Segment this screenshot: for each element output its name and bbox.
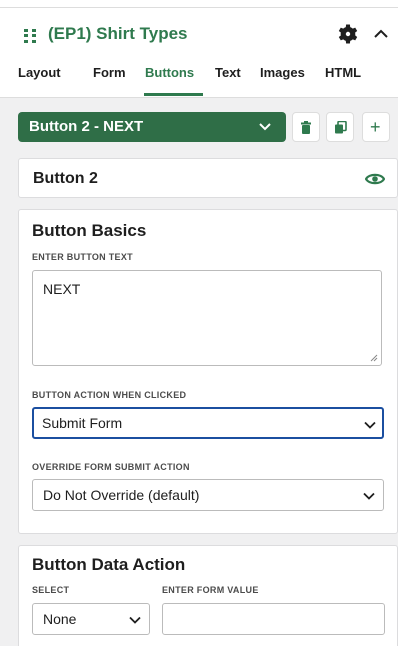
top-divider — [0, 0, 398, 8]
override-label: OVERRIDE FORM SUBMIT ACTION — [32, 462, 190, 472]
data-action-select[interactable]: None — [32, 603, 150, 635]
panel-title: (EP1) Shirt Types — [48, 24, 188, 43]
button-select-dropdown[interactable]: Button 2 - NEXT — [18, 112, 286, 142]
button-name-label: Button 2 — [33, 170, 98, 187]
override-select[interactable]: Do Not Override (default) — [32, 479, 384, 511]
tab-text[interactable]: Text — [215, 65, 241, 80]
button-action-value: Submit Form — [42, 415, 123, 431]
duplicate-icon — [335, 121, 347, 134]
resize-handle-icon[interactable] — [370, 354, 378, 362]
button-action-select[interactable]: Submit Form — [32, 407, 384, 439]
tab-html[interactable]: HTML — [325, 65, 361, 80]
panel-header: (EP1) Shirt Types Layout Form Buttons Te… — [0, 8, 398, 98]
gear-icon[interactable] — [338, 24, 358, 44]
active-tab-indicator — [144, 93, 203, 96]
button-text-label: ENTER BUTTON TEXT — [32, 252, 133, 262]
eye-icon[interactable] — [365, 171, 385, 187]
button-text-input[interactable]: NEXT — [32, 270, 382, 366]
drag-grip-icon[interactable] — [24, 29, 36, 43]
tab-bar: Layout Form Buttons Text Images HTML — [0, 65, 398, 98]
section-title-data-action: Button Data Action — [32, 555, 186, 574]
chevron-down-icon — [364, 421, 376, 429]
tab-images[interactable]: Images — [260, 65, 305, 80]
button-select-value: Button 2 - NEXT — [29, 118, 144, 135]
add-button[interactable]: + — [362, 112, 390, 142]
duplicate-button[interactable] — [326, 112, 354, 142]
tab-form[interactable]: Form — [93, 65, 126, 80]
override-value: Do Not Override (default) — [43, 487, 200, 503]
chevron-down-icon — [363, 492, 375, 500]
button-selector-row: Button 2 - NEXT + — [18, 112, 398, 142]
button-data-action-card: Button Data Action SELECT ENTER FORM VAL… — [18, 545, 398, 646]
data-action-value: None — [43, 611, 77, 627]
form-value-input[interactable] — [162, 603, 385, 635]
delete-button[interactable] — [292, 112, 320, 142]
trash-icon — [301, 121, 311, 134]
select-label: SELECT — [32, 585, 70, 595]
form-value-label: ENTER FORM VALUE — [162, 585, 259, 595]
button-action-label: BUTTON ACTION WHEN CLICKED — [32, 390, 187, 400]
tab-buttons[interactable]: Buttons — [145, 65, 194, 80]
button-basics-card: Button Basics ENTER BUTTON TEXT NEXT BUT… — [18, 209, 398, 534]
chevron-down-icon — [129, 616, 141, 624]
plus-icon: + — [370, 117, 381, 137]
tab-layout[interactable]: Layout — [18, 65, 61, 80]
button-name-card: Button 2 — [18, 158, 398, 198]
button-text-value: NEXT — [43, 281, 81, 297]
section-title-basics: Button Basics — [32, 221, 147, 240]
chevron-down-icon — [259, 123, 271, 131]
chevron-up-icon[interactable] — [372, 26, 390, 42]
